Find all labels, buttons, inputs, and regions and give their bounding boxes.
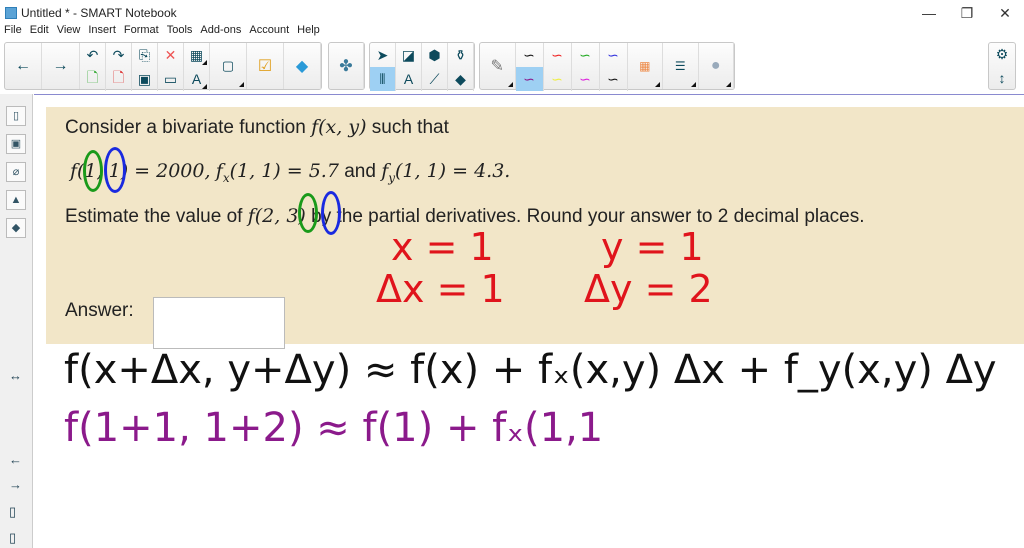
pen-black-dashed-icon[interactable]: ∽	[600, 67, 628, 91]
title-bar: Untitled * - SMART Notebook — ❐ ✕	[0, 0, 1024, 26]
attachments-icon[interactable]: ⌀	[6, 162, 26, 182]
app-icon	[5, 7, 17, 19]
paste-icon[interactable]: ⎘	[132, 43, 158, 67]
puzzle-icon[interactable]: ✤	[329, 43, 364, 89]
add-ons-icon[interactable]: ◆	[284, 43, 321, 89]
text: such that	[371, 117, 449, 138]
text: by the partial derivatives. Round your a…	[311, 206, 865, 227]
sidebar: ▯ ▣ ⌀ ▲ ◆ ↔ ← → ▯ ▯	[0, 94, 33, 548]
add-ons-sidebar-icon[interactable]: ◆	[6, 218, 26, 238]
screen-shade-icon[interactable]: ▭	[158, 67, 184, 91]
handwriting-formula: f(x+Δx, y+Δy) ≈ f(x) + fₓ(x,y) Δx + f_y(…	[64, 347, 997, 393]
text: and	[344, 161, 376, 182]
math: f	[215, 160, 223, 182]
handwriting-dx: Δx = 1	[376, 267, 505, 311]
measure-tools-icon[interactable]: ⫴	[370, 67, 396, 91]
next-page-icon[interactable]: →	[9, 477, 22, 492]
shapes-icon[interactable]: ◪	[396, 43, 422, 67]
page-icon[interactable]: ▯	[9, 504, 16, 520]
resize-sidebar-icon[interactable]: ↔	[9, 368, 22, 383]
back-arrow-icon[interactable]: ←	[5, 43, 42, 89]
answer-input[interactable]	[153, 297, 285, 349]
fill-icon[interactable]: ⚱	[448, 43, 474, 67]
menu-format[interactable]: Format	[120, 24, 163, 40]
text: Consider a bivariate function	[65, 117, 306, 138]
pen-icon[interactable]: ✎	[480, 43, 516, 89]
menu-insert[interactable]: Insert	[84, 24, 120, 40]
pen-black-icon[interactable]: ∽	[516, 43, 544, 67]
green-circle-annotation-2	[298, 193, 318, 233]
redo-icon[interactable]: ↷	[106, 43, 132, 67]
line-icon[interactable]: ⟋	[422, 67, 448, 91]
menu-file[interactable]: File	[0, 24, 26, 40]
undo-icon[interactable]: ↶	[80, 43, 106, 67]
highlighter-yellow-icon[interactable]: ∽	[544, 67, 572, 91]
add-page-icon[interactable]: 🗋	[80, 67, 106, 91]
math: x	[222, 170, 230, 185]
pen-blue-icon[interactable]: ∽	[600, 43, 628, 67]
math: (1, 1) = 4.3.	[395, 160, 511, 182]
menu-bar: File Edit View Insert Format Tools Add-o…	[0, 24, 324, 40]
math: y	[388, 170, 396, 185]
maximize-button[interactable]: ❐	[948, 0, 986, 26]
save-icon[interactable]: ▣	[132, 67, 158, 91]
menu-help[interactable]: Help	[293, 24, 324, 40]
question-panel: Consider a bivariate function f(x, y) su…	[46, 107, 1024, 349]
page-sorter-icon[interactable]: ▯	[6, 106, 26, 126]
eraser-icon[interactable]: ◆	[448, 67, 474, 91]
pen-purple-icon[interactable]: ∽	[515, 67, 544, 91]
regular-polygon-icon[interactable]: ⬢	[422, 43, 448, 67]
delete-icon[interactable]: ✕	[158, 43, 184, 67]
menu-view[interactable]: View	[53, 24, 85, 40]
pen-magenta-dashed-icon[interactable]: ∽	[572, 67, 600, 91]
minimize-button[interactable]: —	[910, 0, 948, 26]
close-button[interactable]: ✕	[986, 0, 1024, 26]
settings-gear-icon[interactable]: ⚙	[989, 43, 1015, 66]
answer-label: Answer:	[65, 300, 134, 321]
blue-circle-annotation	[104, 147, 126, 193]
toolbar: ← → ↶ ↷ ⎘ ✕ ▦ 🗋 🗋 ▣ ▭ A ▢ ☑ ◆ ✤ ➤ ◪ ⬢ ⚱ …	[4, 42, 1020, 92]
forward-arrow-icon[interactable]: →	[42, 43, 80, 89]
response-icon[interactable]: ☑	[247, 43, 284, 89]
text-icon[interactable]: A	[396, 67, 422, 91]
display-icon[interactable]: ▢	[210, 43, 247, 89]
math: f(x, y)	[311, 116, 367, 138]
handwriting-dy: Δy = 2	[584, 267, 713, 311]
page-icon-2[interactable]: ▯	[9, 530, 16, 546]
fill-effect-icon[interactable]: ●	[699, 43, 734, 89]
gallery-icon[interactable]: ▣	[6, 134, 26, 154]
delete-page-icon[interactable]: 🗋	[106, 67, 132, 91]
previous-page-icon[interactable]: ←	[9, 452, 22, 467]
blue-circle-annotation-2	[321, 191, 341, 235]
move-toolbar-icon[interactable]: ↕	[989, 66, 1015, 89]
pen-red-icon[interactable]: ∽	[544, 43, 572, 67]
menu-tools[interactable]: Tools	[163, 24, 197, 40]
window-title: Untitled * - SMART Notebook	[21, 6, 177, 20]
select-icon[interactable]: ➤	[370, 43, 396, 67]
green-circle-annotation	[83, 150, 103, 192]
menu-add-ons[interactable]: Add-ons	[196, 24, 245, 40]
notebook-page[interactable]: Consider a bivariate function f(x, y) su…	[34, 94, 1024, 548]
properties-icon[interactable]: ▲	[6, 190, 26, 210]
menu-edit[interactable]: Edit	[26, 24, 53, 40]
pen-green-icon[interactable]: ∽	[572, 43, 600, 67]
question-line-2: f(1, 1) = 2000, fx(1, 1) = 5.7 and fy(1,…	[70, 160, 510, 185]
text: Estimate the value of	[65, 206, 243, 227]
text-format-icon[interactable]: A	[184, 67, 210, 91]
line-style-icon[interactable]: ☰	[663, 43, 699, 89]
handwriting-x: x = 1	[391, 225, 494, 269]
handwriting-y: y = 1	[601, 225, 704, 269]
handwriting-substituted: f(1+1, 1+2) ≈ f(1) + fₓ(1,1	[64, 405, 604, 451]
table-icon[interactable]: ▦	[184, 43, 210, 67]
menu-account[interactable]: Account	[245, 24, 293, 40]
question-line-1: Consider a bivariate function f(x, y) su…	[65, 116, 449, 139]
math: (1, 1) = 5.7	[229, 160, 339, 182]
color-palette-icon[interactable]: ▦	[628, 43, 663, 89]
